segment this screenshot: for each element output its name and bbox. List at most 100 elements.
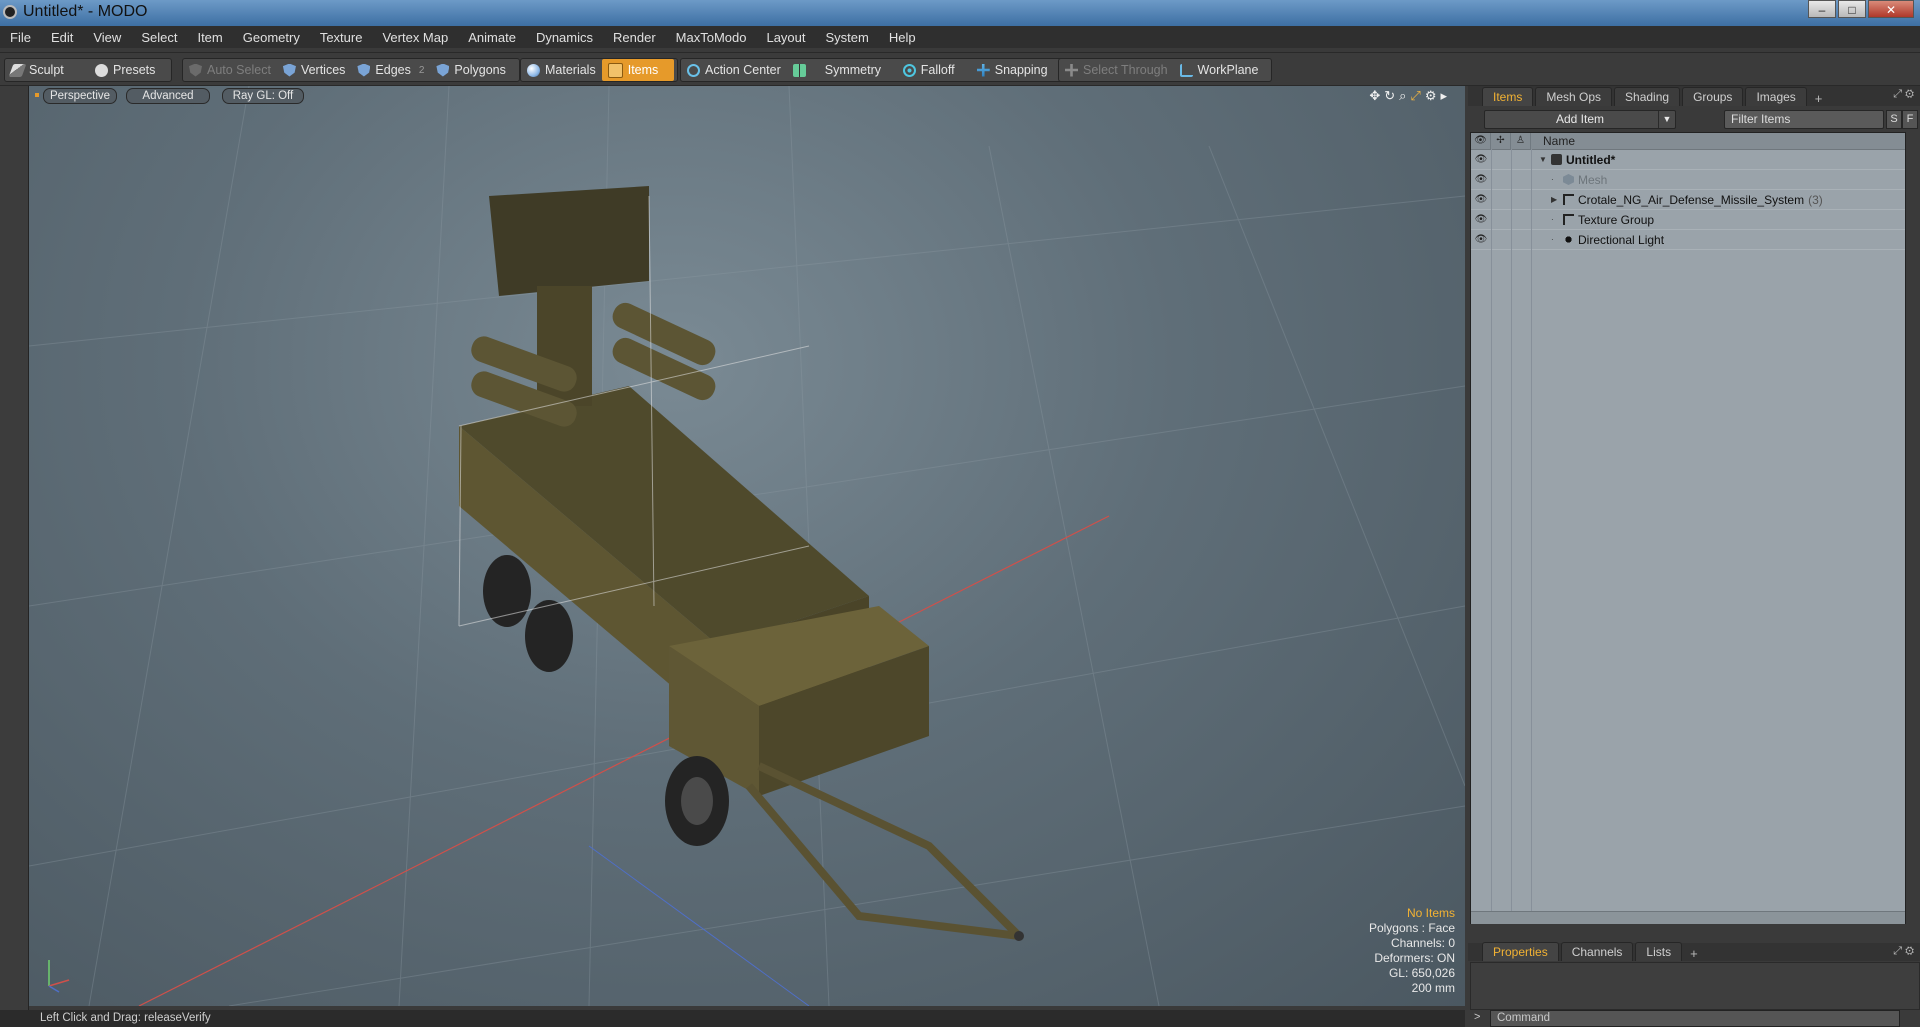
tree-row-directional-light[interactable]: 👁 · Directional Light xyxy=(1471,230,1905,250)
tree-row-crotale[interactable]: 👁 ▶ Crotale_NG_Air_Defense_Missile_Syste… xyxy=(1471,190,1905,210)
menu-system[interactable]: System xyxy=(816,30,879,45)
name-column-header[interactable]: Name xyxy=(1531,133,1575,149)
menu-texture[interactable]: Texture xyxy=(310,30,373,45)
edges-button[interactable]: Edges 2 xyxy=(351,59,430,81)
tree-header: 👁 ✢ ♙ Name xyxy=(1471,133,1905,150)
menu-select[interactable]: Select xyxy=(131,30,187,45)
panel-options-icon[interactable]: ⤢ ⚙ xyxy=(1893,88,1914,101)
left-tool-strip[interactable] xyxy=(0,86,29,1012)
edges-count-badge: 2 xyxy=(418,64,425,76)
menu-dynamics[interactable]: Dynamics xyxy=(526,30,603,45)
f-button[interactable]: F xyxy=(1902,110,1918,129)
settings-gear-icon[interactable]: ⚙ xyxy=(1425,88,1437,104)
eye-icon[interactable]: 👁 xyxy=(1471,154,1491,165)
menu-animate[interactable]: Animate xyxy=(458,30,526,45)
tree-row-mesh[interactable]: 👁 · Mesh xyxy=(1471,170,1905,190)
polygons-button[interactable]: Polygons xyxy=(430,59,511,81)
menu-render[interactable]: Render xyxy=(603,30,666,45)
polygons-icon xyxy=(436,63,450,77)
vertices-button[interactable]: Vertices xyxy=(277,59,351,81)
tab-properties[interactable]: Properties xyxy=(1482,942,1559,961)
menu-geometry[interactable]: Geometry xyxy=(233,30,310,45)
visibility-column-icon[interactable]: 👁 xyxy=(1471,133,1491,149)
eye-icon[interactable]: 👁 xyxy=(1471,194,1491,205)
menu-file[interactable]: File xyxy=(0,30,41,45)
tab-items[interactable]: Items xyxy=(1482,87,1534,106)
materials-items-group: Materials Items xyxy=(520,58,678,82)
fit-view-icon[interactable]: ⤢ xyxy=(1410,88,1420,104)
eye-icon[interactable]: 👁 xyxy=(1471,234,1491,245)
rotate-icon[interactable]: ↻ xyxy=(1384,88,1395,104)
properties-body xyxy=(1470,962,1920,1010)
locator-icon xyxy=(1563,194,1574,205)
viewport-menu-dot[interactable] xyxy=(35,93,39,97)
viewport-info-overlay: No Items Polygons : Face Channels: 0 Def… xyxy=(1369,906,1455,996)
tab-groups[interactable]: Groups xyxy=(1682,87,1744,106)
brush-icon xyxy=(8,63,27,77)
tree-row-texture-group[interactable]: 👁 · Texture Group xyxy=(1471,210,1905,230)
edges-icon xyxy=(357,63,371,77)
ray-gl-toggle[interactable]: Ray GL: Off xyxy=(222,88,304,104)
tab-images[interactable]: Images xyxy=(1745,87,1807,106)
filter-items-input[interactable]: Filter Items xyxy=(1724,110,1884,129)
menu-item[interactable]: Item xyxy=(187,30,232,45)
expand-triangle-icon[interactable]: ▶ xyxy=(1551,195,1563,204)
lock-column-icon[interactable]: ✢ xyxy=(1491,133,1511,149)
add-tab-icon[interactable]: + xyxy=(1809,91,1829,106)
zoom-icon[interactable]: ⌕ xyxy=(1399,88,1406,104)
advanced-shading-tab[interactable]: Advanced xyxy=(126,88,210,104)
sculpt-presets-group: Sculpt Presets xyxy=(4,58,172,82)
pan-icon[interactable]: ✥ xyxy=(1369,88,1380,104)
symmetry-button[interactable]: Symmetry xyxy=(787,59,897,81)
tab-mesh-ops[interactable]: Mesh Ops xyxy=(1535,87,1613,106)
add-item-dropdown[interactable]: Add Item ▼ xyxy=(1484,110,1676,129)
menu-view[interactable]: View xyxy=(83,30,131,45)
main-toolbar: Sculpt Presets Auto Select Vertices Edge… xyxy=(0,52,1920,86)
polygon-mode-status: Polygons : Face xyxy=(1368,921,1455,935)
falloff-button[interactable]: Falloff xyxy=(897,59,971,81)
select-through-button[interactable]: Select Through xyxy=(1059,59,1174,81)
close-button[interactable]: ✕ xyxy=(1868,0,1914,18)
materials-button[interactable]: Materials xyxy=(521,59,602,81)
menu-edit[interactable]: Edit xyxy=(41,30,83,45)
workplane-button[interactable]: WorkPlane xyxy=(1174,59,1265,81)
perspective-view-tab[interactable]: Perspective xyxy=(43,88,117,104)
add-tab-icon[interactable]: + xyxy=(1684,946,1704,961)
eye-icon[interactable]: 👁 xyxy=(1471,174,1491,185)
render-column-icon[interactable]: ♙ xyxy=(1511,133,1531,149)
tab-channels[interactable]: Channels xyxy=(1560,942,1634,961)
items-button[interactable]: Items xyxy=(601,59,674,81)
materials-icon xyxy=(527,63,540,77)
action-center-button[interactable]: Action Center xyxy=(681,59,787,81)
menu-maxtomodo[interactable]: MaxToModo xyxy=(666,30,757,45)
presets-icon xyxy=(95,63,108,77)
tool-options-group: Action Center Symmetry Falloff Snapping xyxy=(680,58,1072,82)
s-button[interactable]: S xyxy=(1886,110,1902,129)
command-input[interactable]: Command xyxy=(1490,1010,1900,1027)
maximize-button[interactable]: □ xyxy=(1838,0,1866,18)
deformers-status: Deformers: ON xyxy=(1374,951,1455,965)
tab-lists[interactable]: Lists xyxy=(1635,942,1683,961)
3d-viewport[interactable]: Perspective Advanced Ray GL: Off ✥ ↻ ⌕ ⤢… xyxy=(29,86,1465,1006)
tab-shading[interactable]: Shading xyxy=(1614,87,1681,106)
auto-select-button[interactable]: Auto Select xyxy=(183,59,277,81)
sculpt-button[interactable]: Sculpt xyxy=(5,59,89,81)
channels-status: Channels: 0 xyxy=(1390,936,1455,950)
workplane-icon xyxy=(1179,63,1193,77)
selection-status: No Items xyxy=(1406,906,1455,920)
menu-help[interactable]: Help xyxy=(879,30,926,45)
gl-poly-count: GL: 650,026 xyxy=(1388,966,1455,980)
minimize-button[interactable]: – xyxy=(1808,0,1836,18)
collapse-triangle-icon[interactable]: ▼ xyxy=(1539,155,1551,164)
items-panel-controls: Add Item ▼ Filter Items S F xyxy=(1468,108,1920,130)
eye-icon[interactable]: 👁 xyxy=(1471,214,1491,225)
menu-vertex-map[interactable]: Vertex Map xyxy=(372,30,458,45)
expand-arrow-icon[interactable]: ▸ xyxy=(1440,88,1447,104)
tree-row-scene[interactable]: 👁 ▼ Untitled* xyxy=(1471,150,1905,170)
vertices-icon xyxy=(282,63,296,77)
tree-scrollbar[interactable] xyxy=(1471,911,1905,924)
snapping-button[interactable]: Snapping xyxy=(971,59,1054,81)
presets-button[interactable]: Presets xyxy=(89,59,161,81)
menu-layout[interactable]: Layout xyxy=(756,30,815,45)
panel-options-icon[interactable]: ⤢ ⚙ xyxy=(1893,945,1914,958)
